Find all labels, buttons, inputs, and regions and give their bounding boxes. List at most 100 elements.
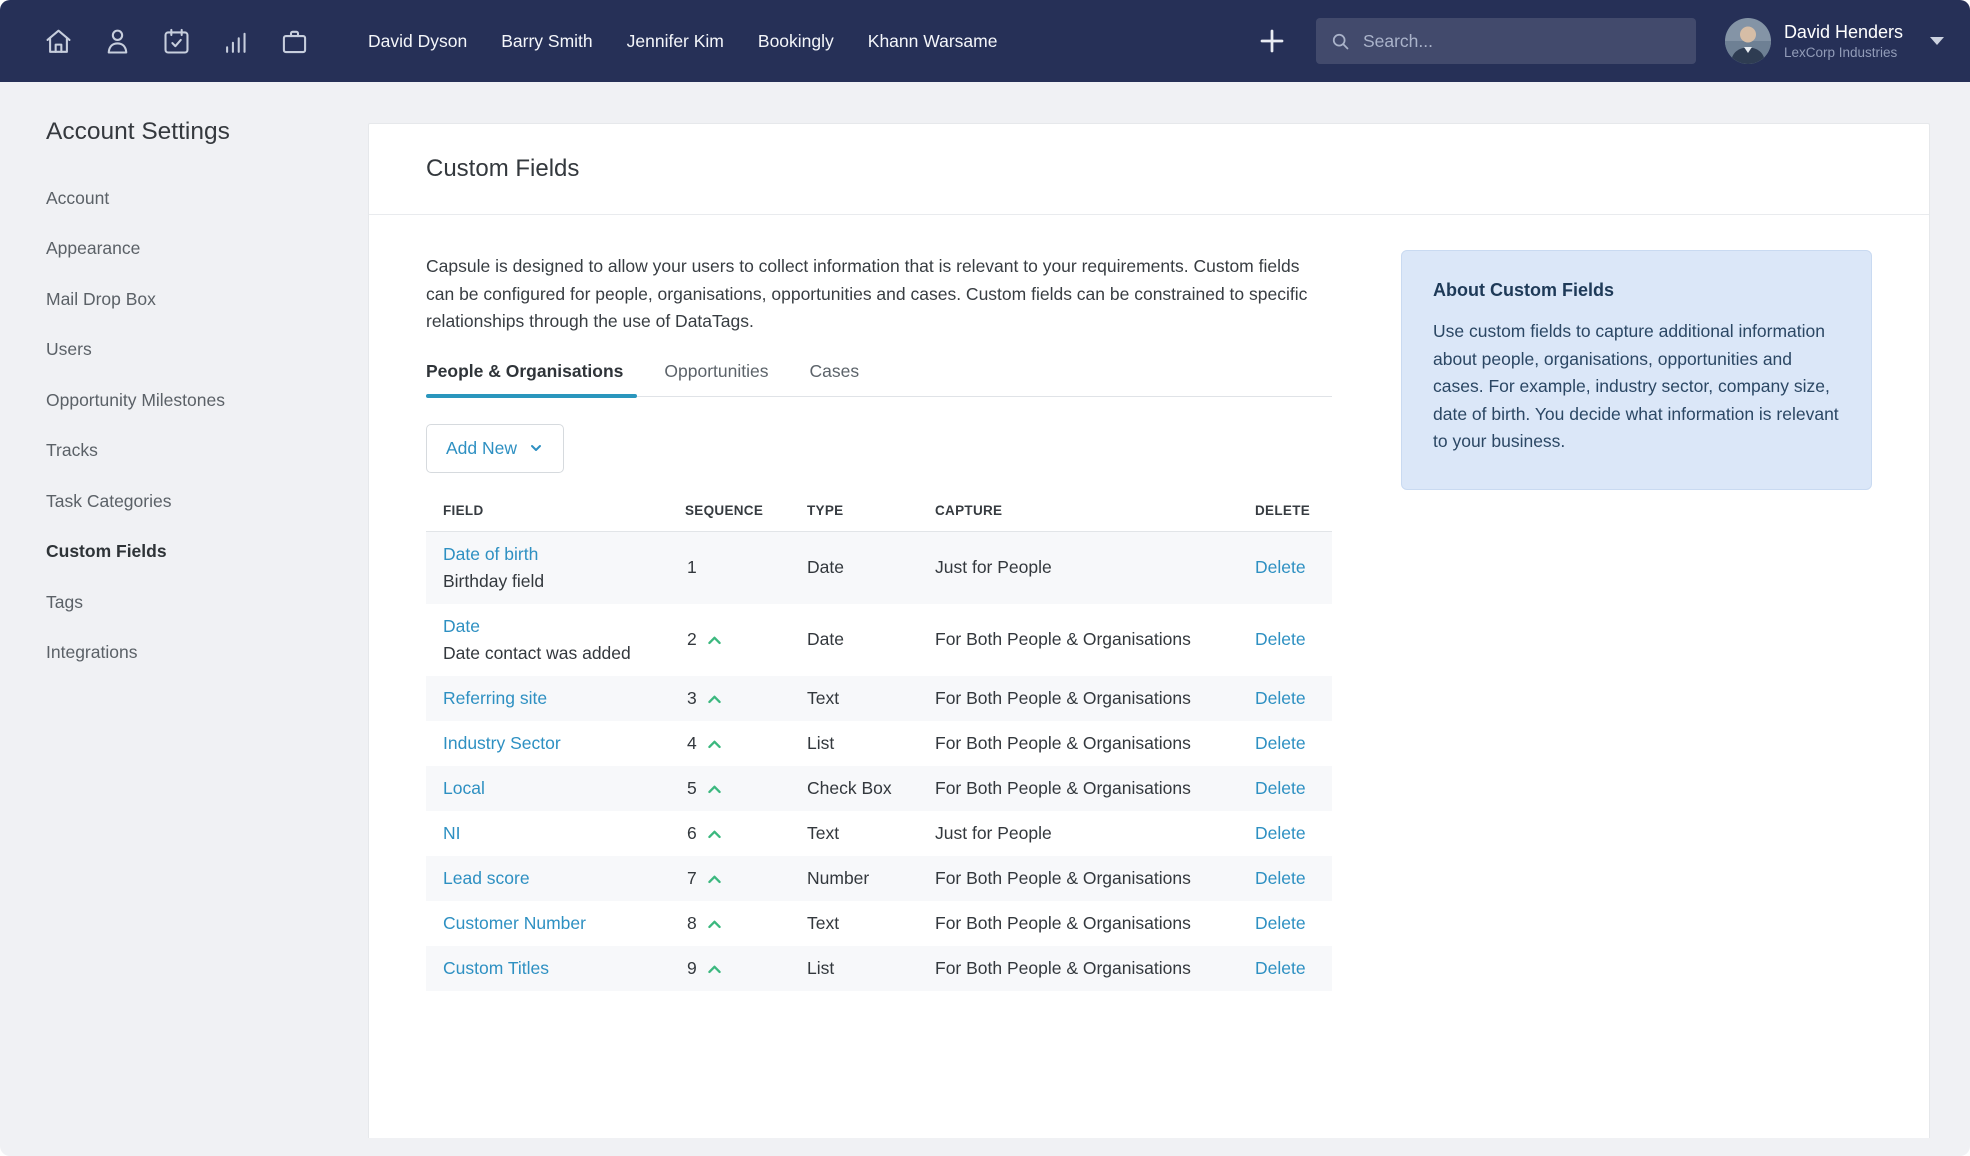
column-header: SEQUENCE xyxy=(685,503,807,518)
field-cell: Custom Titles xyxy=(426,955,685,982)
sidebar-item[interactable]: Tracks xyxy=(46,426,348,477)
sidebar-item[interactable]: Integrations xyxy=(46,628,348,679)
capture-cell: Just for People xyxy=(935,823,1255,844)
table-row: Customer Number 8 Text xyxy=(426,901,1332,946)
chevron-down-icon xyxy=(528,440,544,456)
card-header: Custom Fields xyxy=(369,124,1929,215)
sequence-number: 2 xyxy=(687,629,697,650)
sidebar-item[interactable]: Custom Fields xyxy=(46,527,348,578)
capture-cell: For Both People & Organisations xyxy=(935,958,1255,979)
sidebar-item[interactable]: Tags xyxy=(46,577,348,628)
field-name-link[interactable]: Date xyxy=(443,616,480,636)
table-row: Industry Sector 4 List xyxy=(426,721,1332,766)
user-menu[interactable]: David Henders LexCorp Industries xyxy=(1725,18,1944,64)
sidebar-item[interactable]: Appearance xyxy=(46,224,348,275)
person-icon[interactable] xyxy=(102,26,133,57)
field-name-link[interactable]: Lead score xyxy=(443,868,530,888)
type-cell: Check Box xyxy=(807,778,935,799)
about-panel-body: Use custom fields to capture additional … xyxy=(1433,318,1840,456)
table-body: Date of birth Birthday field 1 Date xyxy=(426,532,1332,991)
custom-fields-table: FIELDSEQUENCETYPECAPTUREDELETE Date of b… xyxy=(426,503,1332,991)
navbar-link[interactable]: Khann Warsame xyxy=(868,31,998,52)
sequence-number: 9 xyxy=(687,958,697,979)
field-cell: Date of birth Birthday field xyxy=(426,541,685,595)
sequence-cell: 8 xyxy=(685,913,807,934)
table-header-row: FIELDSEQUENCETYPECAPTUREDELETE xyxy=(426,503,1332,532)
sequence-cell: 7 xyxy=(685,868,807,889)
field-name-link[interactable]: Date of birth xyxy=(443,544,538,564)
delete-link[interactable]: Delete xyxy=(1255,629,1306,649)
move-up-icon[interactable] xyxy=(706,916,723,931)
sidebar-item[interactable]: Users xyxy=(46,325,348,376)
field-name-link[interactable]: Custom Titles xyxy=(443,958,549,978)
field-description: Date contact was added xyxy=(443,640,685,667)
delete-link[interactable]: Delete xyxy=(1255,958,1306,978)
sequence-cell: 3 xyxy=(685,688,807,709)
sidebar-item[interactable]: Opportunity Milestones xyxy=(46,375,348,426)
chevron-down-icon[interactable] xyxy=(1930,37,1944,45)
calendar-icon[interactable] xyxy=(161,26,192,57)
capture-cell: For Both People & Organisations xyxy=(935,913,1255,934)
delete-link[interactable]: Delete xyxy=(1255,733,1306,753)
sidebar-item[interactable]: Account xyxy=(46,173,348,224)
type-cell: Text xyxy=(807,823,935,844)
capture-cell: For Both People & Organisations xyxy=(935,629,1255,650)
move-up-icon[interactable] xyxy=(706,632,723,647)
search-icon xyxy=(1330,31,1351,52)
navbar-link[interactable]: Barry Smith xyxy=(501,31,592,52)
field-name-link[interactable]: NI xyxy=(443,823,461,843)
sidebar: Account Settings Account Appearance Mail… xyxy=(0,82,368,1156)
description-text: Capsule is designed to allow your users … xyxy=(426,253,1332,336)
search-box[interactable] xyxy=(1316,18,1696,64)
navbar-link[interactable]: Bookingly xyxy=(758,31,834,52)
sequence-number: 5 xyxy=(687,778,697,799)
field-cell: NI xyxy=(426,820,685,847)
table-row: Custom Titles 9 List xyxy=(426,946,1332,991)
tab[interactable]: Opportunities xyxy=(664,361,768,396)
navbar-link[interactable]: David Dyson xyxy=(368,31,467,52)
field-name-link[interactable]: Industry Sector xyxy=(443,733,561,753)
move-up-icon[interactable] xyxy=(706,736,723,751)
move-up-icon[interactable] xyxy=(706,961,723,976)
tab-bar: People & Organisations Opportunities Cas… xyxy=(426,361,1332,397)
delete-link[interactable]: Delete xyxy=(1255,778,1306,798)
delete-link[interactable]: Delete xyxy=(1255,913,1306,933)
column-header: FIELD xyxy=(426,503,685,518)
search-input[interactable] xyxy=(1363,31,1663,52)
field-cell: Lead score xyxy=(426,865,685,892)
field-cell: Customer Number xyxy=(426,910,685,937)
tab[interactable]: People & Organisations xyxy=(426,361,623,396)
add-new-label: Add New xyxy=(446,438,517,459)
field-name-link[interactable]: Local xyxy=(443,778,485,798)
delete-link[interactable]: Delete xyxy=(1255,557,1306,577)
chart-icon[interactable] xyxy=(220,26,251,57)
sequence-number: 7 xyxy=(687,868,697,889)
column-header: DELETE xyxy=(1255,503,1332,518)
add-new-button[interactable]: Add New xyxy=(426,424,564,473)
sidebar-item[interactable]: Task Categories xyxy=(46,476,348,527)
move-up-icon[interactable] xyxy=(706,871,723,886)
field-name-link[interactable]: Referring site xyxy=(443,688,547,708)
add-plus-icon[interactable] xyxy=(1256,25,1288,57)
delete-cell: Delete xyxy=(1255,868,1332,889)
field-name-link[interactable]: Customer Number xyxy=(443,913,586,933)
delete-cell: Delete xyxy=(1255,629,1332,650)
delete-link[interactable]: Delete xyxy=(1255,823,1306,843)
move-up-icon[interactable] xyxy=(706,691,723,706)
capture-cell: For Both People & Organisations xyxy=(935,868,1255,889)
settings-card: Custom Fields Capsule is designed to all… xyxy=(368,123,1930,1138)
delete-link[interactable]: Delete xyxy=(1255,688,1306,708)
table-row: Local 5 Check Box For xyxy=(426,766,1332,811)
delete-cell: Delete xyxy=(1255,688,1332,709)
move-up-icon[interactable] xyxy=(706,781,723,796)
sequence-number: 3 xyxy=(687,688,697,709)
sequence-cell: 6 xyxy=(685,823,807,844)
table-row: Referring site 3 Text xyxy=(426,676,1332,721)
move-up-icon[interactable] xyxy=(706,826,723,841)
tab[interactable]: Cases xyxy=(810,361,860,396)
briefcase-icon[interactable] xyxy=(279,26,310,57)
navbar-link[interactable]: Jennifer Kim xyxy=(627,31,724,52)
home-icon[interactable] xyxy=(43,26,74,57)
sidebar-item[interactable]: Mail Drop Box xyxy=(46,274,348,325)
delete-link[interactable]: Delete xyxy=(1255,868,1306,888)
